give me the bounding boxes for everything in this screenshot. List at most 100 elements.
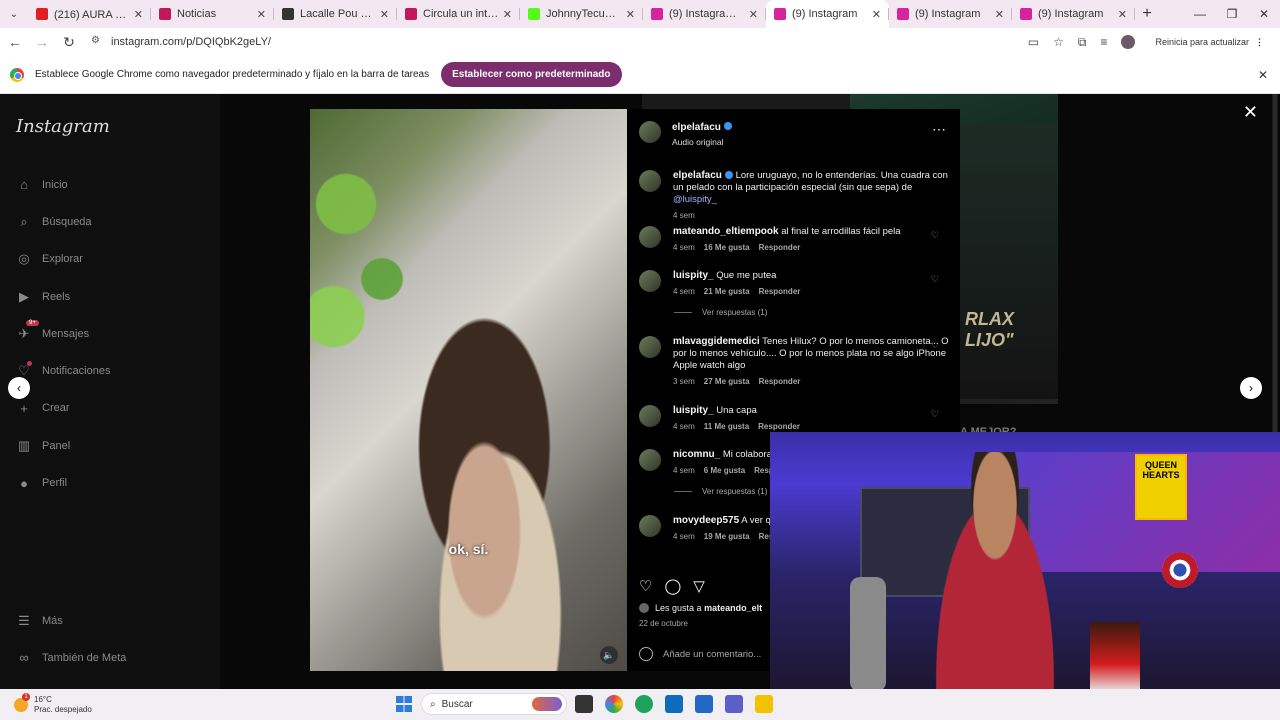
tab-close-icon[interactable]: ✕ [995,8,1004,21]
share-icon[interactable]: ▽ [693,577,705,595]
comment-like-heart-icon[interactable]: ♡ [931,230,939,241]
comment-username[interactable]: mateando_eltiempook [673,226,779,237]
outlook-icon[interactable] [665,695,683,713]
sidebar-item-panel[interactable]: ▥ Panel [16,427,110,464]
profile-avatar[interactable] [1121,35,1136,49]
more-options-icon[interactable]: ⋯ [932,121,946,138]
teams-icon[interactable] [725,695,743,713]
mention-link[interactable]: @luispity_ [673,194,717,205]
avatar[interactable] [639,515,661,537]
avatar[interactable] [639,226,661,248]
comment-username[interactable]: luispity_ [673,405,714,416]
comment-icon[interactable]: ◯ [664,577,681,595]
cast-icon[interactable]: ▭ [1028,35,1039,49]
sidebar-item-explorar[interactable]: ◎ Explorar [16,241,110,278]
browser-tab[interactable]: Circula un intento de ✕ [397,0,520,28]
author-username[interactable]: elpelafacu [673,170,722,181]
sidebar-item-perfil[interactable]: ● Perfil [16,464,110,501]
sidebar-item-búsqueda[interactable]: ⌕ Búsqueda [16,203,110,240]
taskbar-search[interactable]: ⌕ Buscar [421,693,567,715]
view-replies-button[interactable]: Ver respuestas (1) [674,487,767,496]
comment-like-heart-icon[interactable]: ♡ [931,340,939,351]
address-bar[interactable]: ⚙ instagram.com/p/DQIQbK2geLY/ [91,35,1028,49]
tab-close-icon[interactable]: ✕ [872,8,881,21]
likes-count[interactable]: 21 Me gusta [704,286,750,298]
close-icon[interactable]: ✕ [1243,102,1258,123]
infobar-close-icon[interactable]: ✕ [1258,68,1268,82]
avatar[interactable] [639,270,661,292]
set-default-button[interactable]: Establecer como predeterminado [441,62,622,87]
restore-button[interactable]: ❐ [1216,0,1248,28]
browser-tab[interactable]: (216) AURA = ♾️ | 1 ✕ [28,0,151,28]
tab-search-chevron-icon[interactable]: ⌄ [0,0,28,28]
media-control-icon[interactable]: ≡ [1100,35,1107,49]
view-replies-button[interactable]: Ver respuestas (1) [674,308,767,317]
sidebar-item-inicio[interactable]: ⌂ Inicio [16,166,110,203]
tab-close-icon[interactable]: ✕ [749,8,758,21]
reply-button[interactable]: Responder [759,242,801,254]
tab-close-icon[interactable]: ✕ [503,8,512,21]
avatar[interactable] [639,449,661,471]
likes-count[interactable]: 19 Me gusta [704,531,750,543]
previous-arrow-icon[interactable]: ‹ [8,377,30,399]
sidebar-item-more[interactable]: ☰ Más [16,602,126,639]
store-icon[interactable] [695,695,713,713]
sidebar-item-notificaciones[interactable]: ♡ Notificaciones [16,352,110,389]
edge-icon[interactable] [635,695,653,713]
tab-close-icon[interactable]: ✕ [257,8,266,21]
tab-close-icon[interactable]: ✕ [380,8,389,21]
sidebar-item-reels[interactable]: ▶ Reels [16,278,110,315]
bookmark-star-icon[interactable]: ☆ [1053,35,1064,49]
reply-button[interactable]: Responder [759,376,801,388]
extensions-icon[interactable]: ⧉ [1078,35,1087,50]
avatar[interactable] [639,121,661,143]
browser-tab[interactable]: Noticias ✕ [151,0,274,28]
comment-username[interactable]: luispity_ [673,270,714,281]
avatar[interactable] [639,405,661,427]
comment-username[interactable]: mlavaggidemedici [673,336,760,347]
back-button[interactable]: ← [3,34,27,50]
likes-count[interactable]: 27 Me gusta [704,376,750,388]
comment-username[interactable]: movydeep575 [673,515,739,526]
tab-close-icon[interactable]: ✕ [134,8,143,21]
browser-tab[interactable]: (9) Instagram ✕ [766,0,889,28]
reply-button[interactable]: Responder [759,286,801,298]
instagram-logo[interactable]: Instagram [16,116,110,137]
emoji-icon[interactable] [639,647,653,661]
likes-count[interactable]: 11 Me gusta [704,421,749,433]
browser-tab[interactable]: Lacalle Pou y Corina ✕ [274,0,397,28]
update-button[interactable]: Reinicia para actualizar ⋮ [1149,34,1270,50]
next-arrow-icon[interactable]: › [1240,377,1262,399]
likes-count[interactable]: 6 Me gusta [704,465,745,477]
author-username[interactable]: elpelafacu [672,122,721,133]
likes-count[interactable]: 16 Me gusta [704,242,750,254]
avatar[interactable] [639,170,661,192]
tab-close-icon[interactable]: ✕ [1118,8,1127,21]
sidebar-item-mensajes[interactable]: ✈ 9+ Mensajes [16,315,110,352]
avatar[interactable] [639,336,661,358]
liked-by-user[interactable]: mateando_elt [704,603,762,613]
sidebar-item-meta[interactable]: ∞ También de Meta [16,639,126,676]
explorer-icon[interactable] [755,695,773,713]
browser-tab[interactable]: (9) Instagram ✕ [889,0,1012,28]
task-view-icon[interactable] [575,695,593,713]
browser-tab[interactable]: JohnnyTecuento Stre ✕ [520,0,643,28]
sidebar-item-crear[interactable]: + Crear [16,390,110,427]
site-info-icon[interactable]: ⚙ [91,35,105,49]
forward-button[interactable]: → [30,34,54,50]
browser-tab[interactable]: (9) Instagram ✕ [1012,0,1135,28]
tab-close-icon[interactable]: ✕ [626,8,635,21]
weather-widget[interactable]: 16°CPrac. despejado [14,692,92,715]
browser-tab[interactable]: (9) Instagram • Mens ✕ [643,0,766,28]
reload-button[interactable]: ↻ [57,34,81,51]
audio-icon[interactable]: 🔈 [600,646,618,664]
audio-label[interactable]: Audio original [672,137,732,147]
close-window-button[interactable]: ✕ [1248,0,1280,28]
chrome-taskbar-icon[interactable] [605,695,623,713]
reel-video[interactable]: ok, sí. 🔈 [310,109,627,671]
new-tab-button[interactable]: + [1135,5,1159,23]
like-heart-icon[interactable]: ♡ [639,577,652,595]
comment-like-heart-icon[interactable]: ♡ [931,274,939,285]
minimize-button[interactable]: — [1184,0,1216,28]
add-comment-field[interactable]: Añade un comentario... [639,647,761,661]
